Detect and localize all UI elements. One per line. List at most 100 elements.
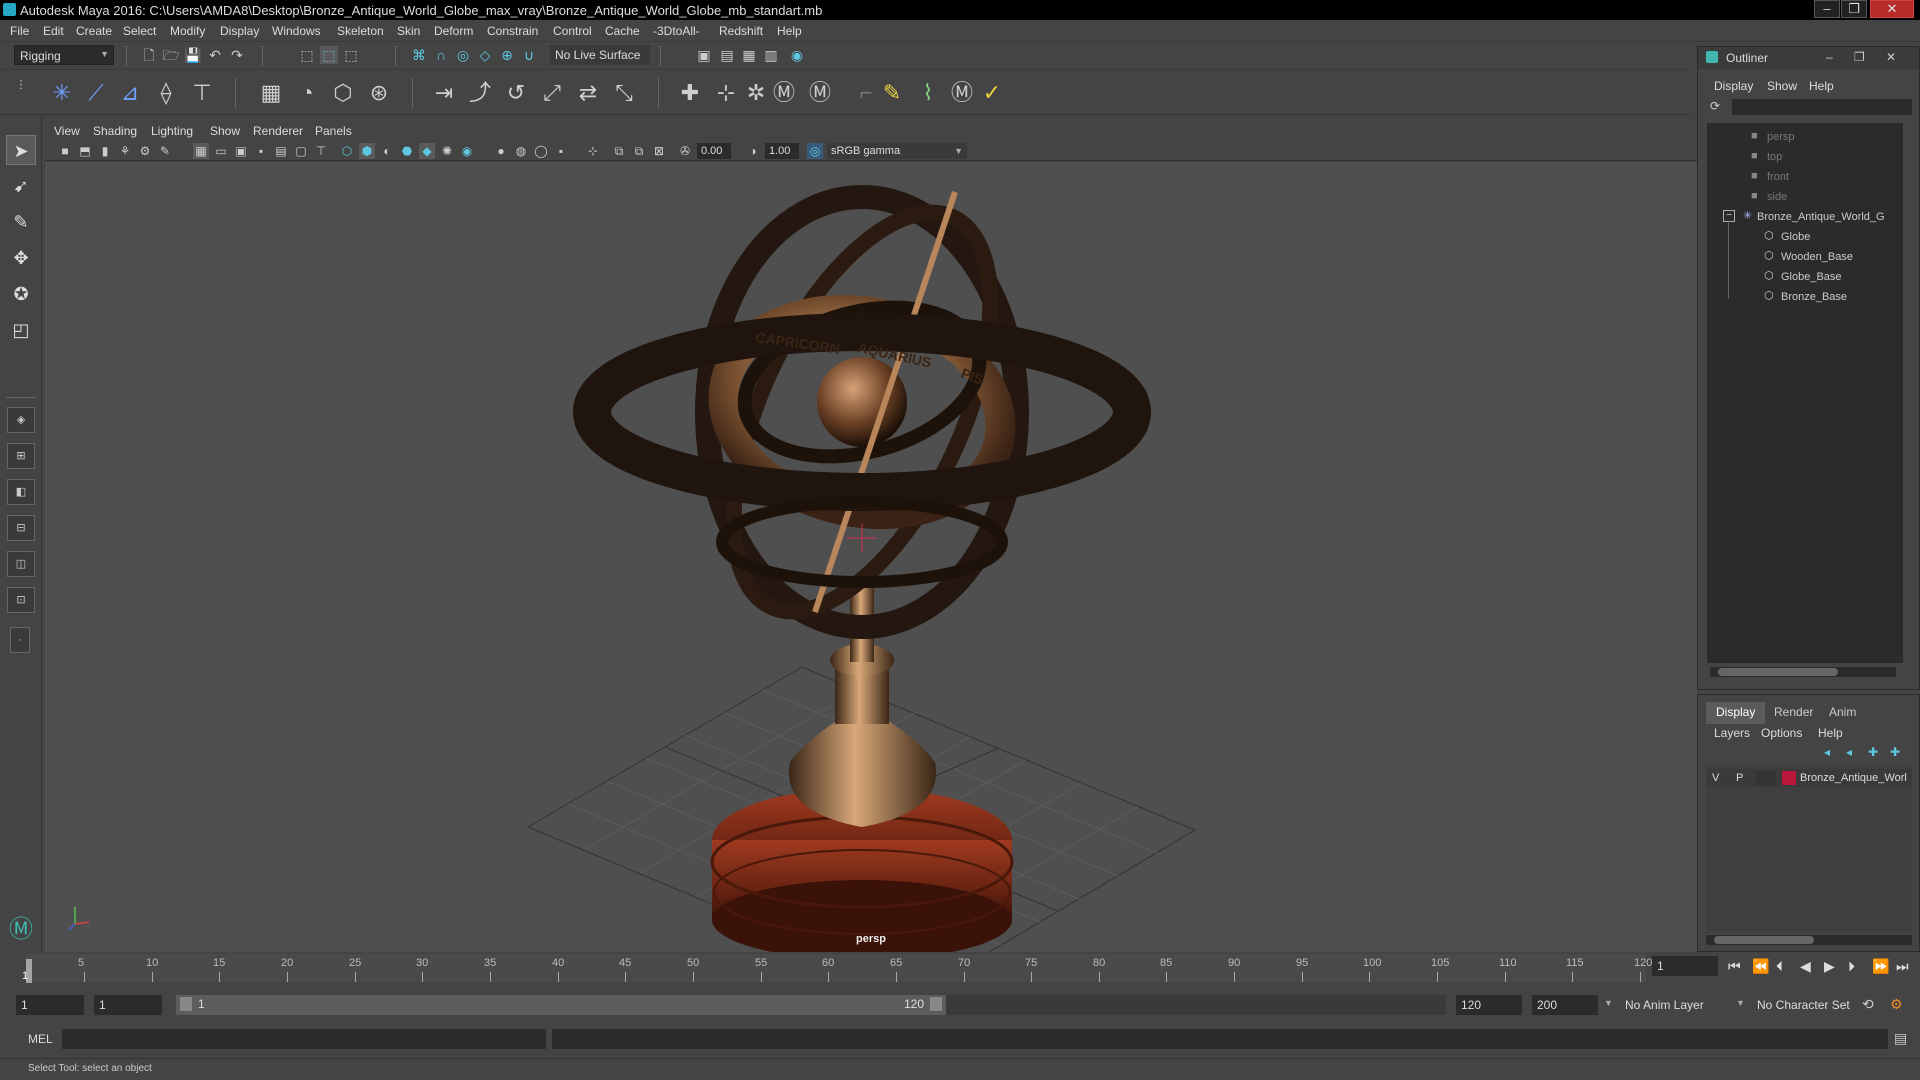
shadows-icon[interactable]: ✺ xyxy=(439,143,455,159)
ik-handle-icon[interactable]: ⟋ xyxy=(82,80,110,106)
menu-windows[interactable]: Windows xyxy=(272,24,321,38)
preferences-icon[interactable]: ⚙ xyxy=(1890,996,1903,1013)
gamma-field[interactable]: 1.00 xyxy=(765,143,799,159)
menu-control[interactable]: Control xyxy=(553,24,592,38)
outliner-item-persp[interactable]: ■ persp xyxy=(1707,127,1903,147)
select-component-icon[interactable]: ⬚ xyxy=(342,46,360,64)
outliner-minimize-icon[interactable]: – xyxy=(1826,50,1833,64)
anim-end-field[interactable]: 200 xyxy=(1532,995,1598,1015)
gate-mask-icon[interactable]: ▪ xyxy=(253,143,269,159)
close-button[interactable]: ✕ xyxy=(1870,0,1914,18)
brush-icon[interactable]: ⌇ xyxy=(914,80,942,106)
menu-display[interactable]: Display xyxy=(220,24,259,38)
viewport-menu-renderer[interactable]: Renderer xyxy=(253,124,303,138)
range-slider-bar[interactable]: 1 120 xyxy=(176,995,946,1015)
bookmark-icon[interactable]: ▮ xyxy=(97,143,113,159)
grid-icon[interactable]: ▦ xyxy=(193,143,209,159)
layer-color-swatch[interactable] xyxy=(1782,771,1796,785)
prev-key-icon[interactable]: ⏴ xyxy=(1776,958,1783,975)
ao-icon[interactable]: ◉ xyxy=(459,143,475,159)
open-scene-icon[interactable]: 🗁 xyxy=(162,46,180,64)
smooth-bind-icon[interactable]: ◔ xyxy=(293,80,321,106)
layer-visibility-toggle[interactable]: V xyxy=(1712,772,1719,784)
layout-graph-icon[interactable]: ⊟ xyxy=(7,515,35,541)
exposure-icon[interactable]: ✇ xyxy=(677,143,693,159)
outliner-item-wooden-base[interactable]: ⬡ Wooden_Base xyxy=(1707,247,1903,267)
camera-attr-icon[interactable]: ⬒ xyxy=(77,143,93,159)
layout-side-icon[interactable]: ◧ xyxy=(7,479,35,505)
safe-title-icon[interactable]: ⊤ xyxy=(313,143,329,159)
playback-start-field[interactable]: 1 xyxy=(94,995,162,1015)
hypershade-icon[interactable]: ◉ xyxy=(788,46,806,64)
outliner-search-input[interactable] xyxy=(1732,99,1912,115)
time-slider-track[interactable]: 1 5 10 15 20 25 30 35 40 45 50 55 60 65 70 75 80 85 90 95 1… xyxy=(22,954,1652,983)
next-key-icon[interactable]: ⏵ xyxy=(1848,958,1855,975)
menu-redshift[interactable]: Redshift xyxy=(719,24,763,38)
scale-constraint-icon[interactable]: ⤢ xyxy=(538,80,566,106)
outliner-filter-icon[interactable]: ⟳ xyxy=(1710,99,1720,113)
shelf-options-icon[interactable]: ⋮ xyxy=(14,78,28,108)
live-surface-field[interactable]: No Live Surface xyxy=(550,45,650,65)
menu-edit[interactable]: Edit xyxy=(43,24,64,38)
resolution-gate-icon[interactable]: ▣ xyxy=(233,143,249,159)
step-forward-icon[interactable]: ⏩ xyxy=(1872,958,1889,975)
layout-single-icon[interactable]: ◈ xyxy=(7,407,35,433)
menu-file[interactable]: File xyxy=(10,24,29,38)
undo-icon[interactable]: ↶ xyxy=(206,46,224,64)
outliner-item-front[interactable]: ■ front xyxy=(1707,167,1903,187)
scale-tool-icon[interactable]: ◰ xyxy=(6,315,36,345)
maya-tool-a-icon[interactable]: Ⓜ xyxy=(770,80,798,106)
save-scene-icon[interactable]: 💾 xyxy=(184,46,202,64)
menu-constrain[interactable]: Constrain xyxy=(487,24,538,38)
command-language-label[interactable]: MEL xyxy=(28,1032,53,1046)
bind-skin-icon[interactable]: ▦ xyxy=(257,80,285,106)
anim-layer-dropdown[interactable]: No Anim Layer xyxy=(1620,995,1734,1015)
new-layer-icon[interactable]: ✚ xyxy=(1868,745,1878,759)
chevron-down-icon[interactable]: ▼ xyxy=(1736,998,1745,1008)
wire-icon[interactable]: ⌐ xyxy=(852,80,880,106)
select-object-icon[interactable]: ⬚ xyxy=(320,46,338,64)
lasso-tool-icon[interactable]: ➹ xyxy=(6,171,36,201)
color-space-dropdown[interactable]: sRGB gamma ▼ xyxy=(827,143,967,159)
character-set-dropdown[interactable]: No Character Set xyxy=(1752,995,1862,1015)
menu-3dtoall[interactable]: -3DtoAll- xyxy=(653,24,700,38)
snap-live-icon[interactable]: ⊕ xyxy=(498,46,516,64)
bone-icon[interactable]: ⟠ xyxy=(152,80,180,106)
lights-icon[interactable]: ◆ xyxy=(419,143,435,159)
menu-skeleton[interactable]: Skeleton xyxy=(337,24,384,38)
anim-start-field[interactable]: 1 xyxy=(16,995,84,1015)
go-to-end-icon[interactable]: ⏭ xyxy=(1896,958,1909,975)
play-backward-icon[interactable]: ◀ xyxy=(1800,958,1811,975)
menu-help[interactable]: Help xyxy=(777,24,802,38)
script-editor-icon[interactable]: ▤ xyxy=(1894,1030,1907,1047)
point-constraint-icon[interactable]: ⤡ xyxy=(610,80,638,106)
layer-hscrollbar[interactable] xyxy=(1706,935,1912,945)
minimize-button[interactable]: – xyxy=(1814,0,1840,18)
screen-space-icon[interactable]: ⧉ xyxy=(611,143,627,159)
move-tool-icon[interactable]: ✥ xyxy=(6,243,36,273)
pole-vector-icon[interactable]: ⇄ xyxy=(574,80,602,106)
layer-menu-help[interactable]: Help xyxy=(1818,726,1843,740)
rotate-tool-icon[interactable]: ✪ xyxy=(6,279,36,309)
wireframe-on-shaded-icon[interactable]: ◐ xyxy=(379,143,395,159)
outliner-item-bronze-base[interactable]: ⬡ Bronze_Base xyxy=(1707,287,1903,307)
new-scene-icon[interactable]: 🗋 xyxy=(140,46,158,64)
scrollbar-thumb[interactable] xyxy=(1718,668,1838,676)
textured-icon[interactable]: ⬣ xyxy=(399,143,415,159)
snap-point-icon[interactable]: ◎ xyxy=(454,46,472,64)
redo-icon[interactable]: ↷ xyxy=(228,46,246,64)
2d-pan-icon[interactable]: ⚙ xyxy=(137,143,153,159)
tab-anim[interactable]: Anim xyxy=(1819,702,1866,724)
tab-display[interactable]: Display xyxy=(1706,702,1766,724)
hik-icon[interactable]: ⊤ xyxy=(188,80,216,106)
scrollbar-thumb[interactable] xyxy=(1714,936,1814,944)
cluster-handle-icon[interactable]: ⊹ xyxy=(712,80,740,106)
maya-tool-b-icon[interactable]: Ⓜ xyxy=(806,80,834,106)
gamma-icon[interactable]: ◑ xyxy=(745,143,761,159)
viewport-menu-view[interactable]: View xyxy=(54,124,80,138)
paint-weights-icon[interactable]: ✎ xyxy=(878,80,906,106)
range-end-handle[interactable] xyxy=(930,997,942,1011)
cluster-icon[interactable]: ⊛ xyxy=(365,80,393,106)
outliner-menu-help[interactable]: Help xyxy=(1809,79,1834,93)
field-chart-icon[interactable]: ▤ xyxy=(273,143,289,159)
